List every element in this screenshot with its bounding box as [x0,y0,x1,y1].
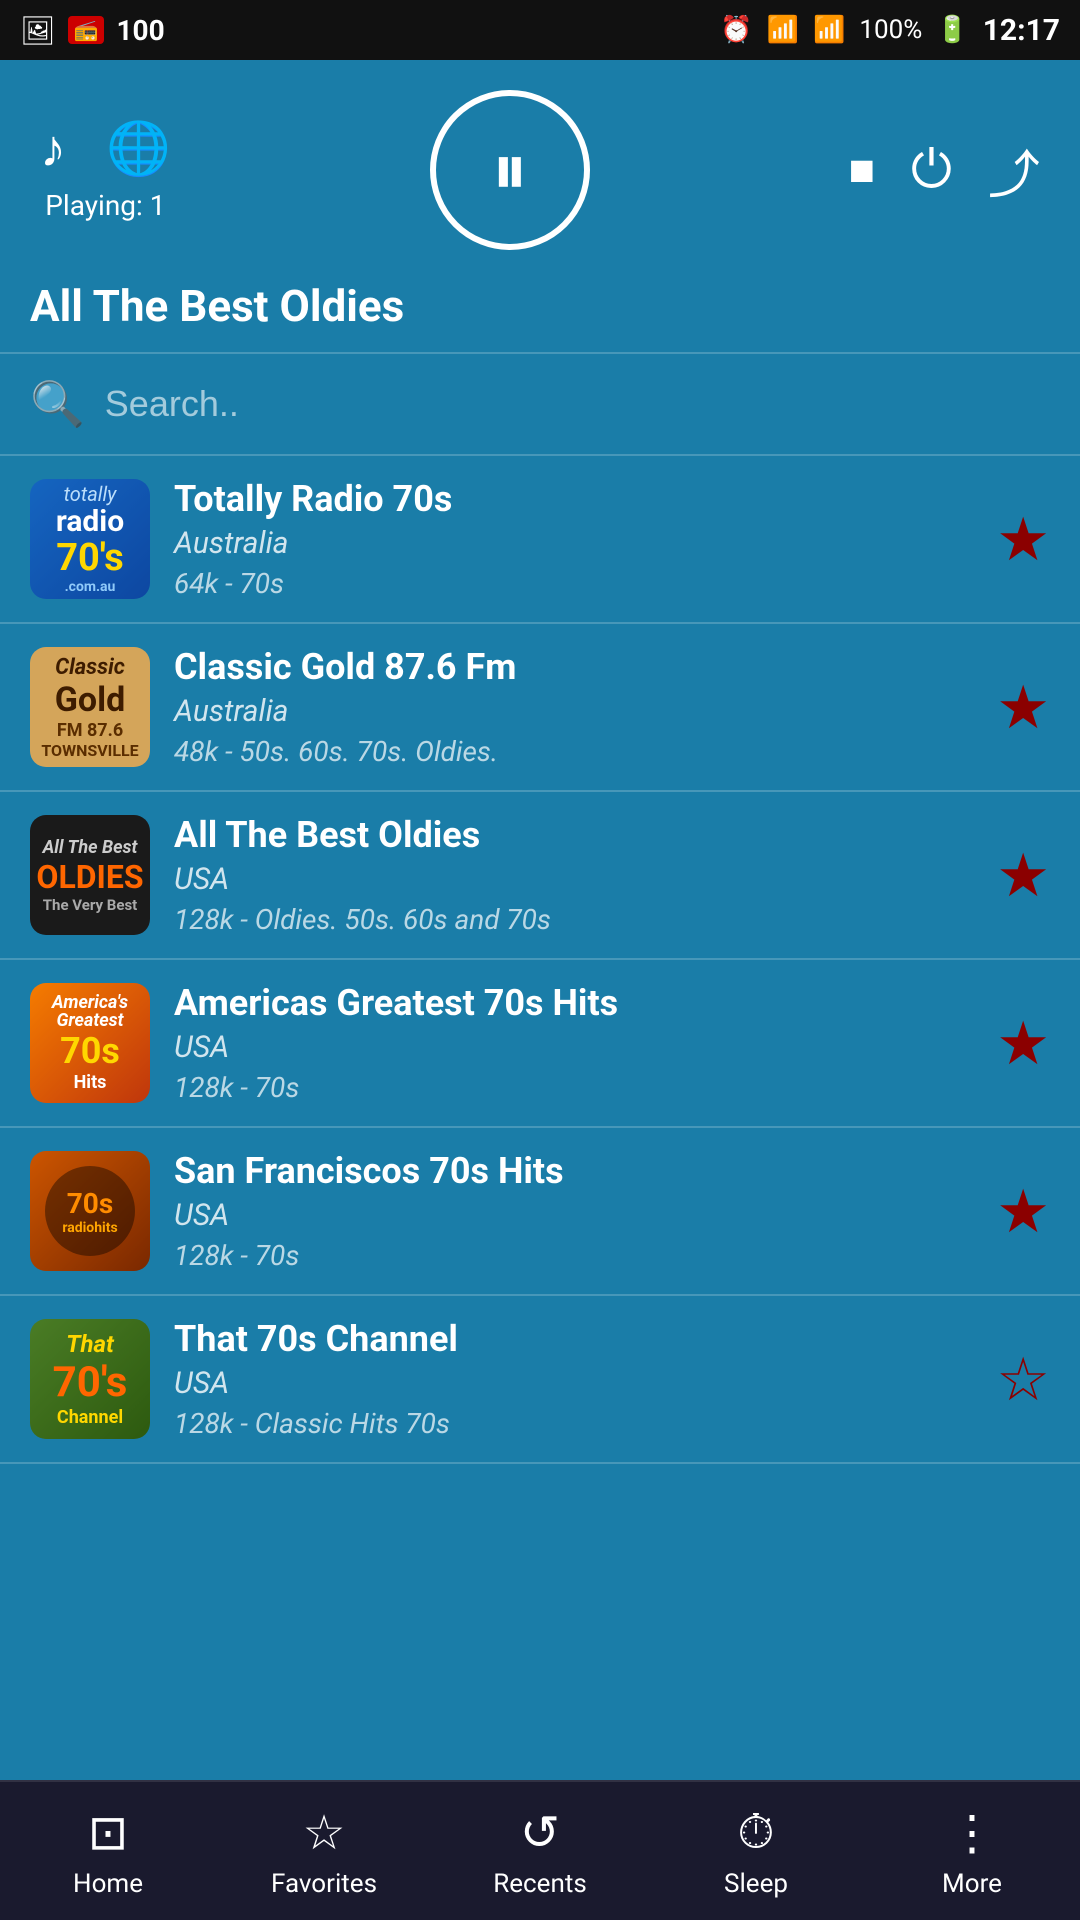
station-logo-3: All The Best OLDIES The Very Best [30,815,150,935]
list-item[interactable]: That 70's Channel That 70s Channel USA 1… [0,1296,1080,1464]
status-bar-left: 🖼 📻 100 [20,14,165,47]
top-right-controls: ⏹ ⏻ ⤴ [849,133,1040,208]
nav-label-home: Home [73,1869,143,1899]
station-list: totally radio 70's .com.au Totally Radio… [0,456,1080,1464]
music-note-icon[interactable]: ♪ [40,118,66,179]
favorite-star-4[interactable]: ★ [996,1008,1050,1079]
list-item[interactable]: America's Greatest 70s Hits Americas Gre… [0,960,1080,1128]
station-country-3: USA [174,862,972,897]
nav-label-favorites: Favorites [271,1869,377,1899]
favorite-star-2[interactable]: ★ [996,672,1050,743]
station-name-4: Americas Greatest 70s Hits [174,982,972,1024]
alarm-icon: ⏰ [720,15,752,45]
station-logo-2: Classic Gold FM 87.6 TOWNSVILLE [30,647,150,767]
pause-icon: ⏸ [492,134,528,206]
station-name-1: Totally Radio 70s [174,478,972,520]
station-logo-1: totally radio 70's .com.au [30,479,150,599]
station-info-6: That 70s Channel USA 128k - Classic Hits… [174,1318,972,1440]
station-country-1: Australia [174,526,972,561]
nav-item-more[interactable]: ⋮ More [864,1804,1080,1899]
station-name-6: That 70s Channel [174,1318,972,1360]
favorite-star-3[interactable]: ★ [996,840,1050,911]
search-input[interactable] [105,383,1050,425]
station-name-3: All The Best Oldies [174,814,972,856]
station-logo-4: America's Greatest 70s Hits [30,983,150,1103]
signal-count: 100 [116,14,164,47]
station-info-1: Totally Radio 70s Australia 64k - 70s [174,478,972,600]
station-meta-4: 128k - 70s [174,1071,972,1104]
nav-item-home[interactable]: ⊡ Home [0,1804,216,1899]
nav-label-sleep: Sleep [724,1869,788,1899]
station-country-6: USA [174,1366,972,1401]
clock-status: 12:17 [983,13,1060,48]
station-name-2: Classic Gold 87.6 Fm [174,646,972,688]
nav-label-recents: Recents [493,1869,587,1899]
station-info-4: Americas Greatest 70s Hits USA 128k - 70… [174,982,972,1104]
station-country-4: USA [174,1030,972,1065]
favorites-star-icon: ☆ [302,1804,345,1861]
battery-icon: 🔋 [936,15,968,45]
search-icon: 🔍 [30,378,85,430]
photo-icon: 🖼 [20,14,56,47]
favorite-star-1[interactable]: ★ [996,504,1050,575]
station-meta-1: 64k - 70s [174,567,972,600]
favorite-star-6[interactable]: ☆ [996,1344,1050,1415]
radio-app-icon: 📻 [68,16,105,44]
share-icon[interactable]: ⤴ [988,133,1040,208]
list-item[interactable]: totally radio 70's .com.au Totally Radio… [0,456,1080,624]
station-meta-2: 48k - 50s. 60s. 70s. Oldies. [174,735,972,768]
signal-icon: 📶 [813,15,845,45]
wifi-icon: 📶 [767,15,799,45]
power-icon[interactable]: ⏻ [911,139,952,201]
station-name-5: San Franciscos 70s Hits [174,1150,972,1192]
nav-label-more: More [942,1869,1002,1899]
station-logo-5: 70s radiohits [30,1151,150,1271]
station-meta-3: 128k - Oldies. 50s. 60s and 70s [174,903,972,936]
station-info-3: All The Best Oldies USA 128k - Oldies. 5… [174,814,972,936]
recents-history-icon: ↺ [520,1804,560,1861]
station-country-5: USA [174,1198,972,1233]
current-station-title: All The Best Oldies [0,270,1080,352]
nav-item-recents[interactable]: ↺ Recents [432,1804,648,1899]
bottom-nav: ⊡ Home ☆ Favorites ↺ Recents ⏱ Sleep ⋮ M… [0,1780,1080,1920]
station-meta-5: 128k - 70s [174,1239,972,1272]
battery-percentage: 100% [859,15,922,45]
station-country-2: Australia [174,694,972,729]
nav-item-favorites[interactable]: ☆ Favorites [216,1804,432,1899]
sleep-clock-icon: ⏱ [737,1803,774,1861]
stop-icon[interactable]: ⏹ [849,139,875,201]
playing-label: Playing: 1 [45,189,165,222]
list-item[interactable]: All The Best OLDIES The Very Best All Th… [0,792,1080,960]
top-controls: ♪ 🌐 Playing: 1 ⏸ ⏹ ⏻ ⤴ [0,60,1080,270]
globe-icon[interactable]: 🌐 [106,118,171,179]
more-dots-icon: ⋮ [948,1804,996,1861]
top-left-controls: ♪ 🌐 Playing: 1 [40,118,171,222]
list-item[interactable]: 70s radiohits San Franciscos 70s Hits US… [0,1128,1080,1296]
nav-item-sleep[interactable]: ⏱ Sleep [648,1803,864,1899]
station-info-2: Classic Gold 87.6 Fm Australia 48k - 50s… [174,646,972,768]
search-bar: 🔍 [0,354,1080,456]
favorite-star-5[interactable]: ★ [996,1176,1050,1247]
station-meta-6: 128k - Classic Hits 70s [174,1407,972,1440]
pause-button[interactable]: ⏸ [430,90,590,250]
status-bar-right: ⏰ 📶 📶 100% 🔋 12:17 [720,13,1060,48]
status-bar: 🖼 📻 100 ⏰ 📶 📶 100% 🔋 12:17 [0,0,1080,60]
list-item[interactable]: Classic Gold FM 87.6 TOWNSVILLE Classic … [0,624,1080,792]
home-icon: ⊡ [88,1804,128,1861]
station-logo-6: That 70's Channel [30,1319,150,1439]
station-info-5: San Franciscos 70s Hits USA 128k - 70s [174,1150,972,1272]
